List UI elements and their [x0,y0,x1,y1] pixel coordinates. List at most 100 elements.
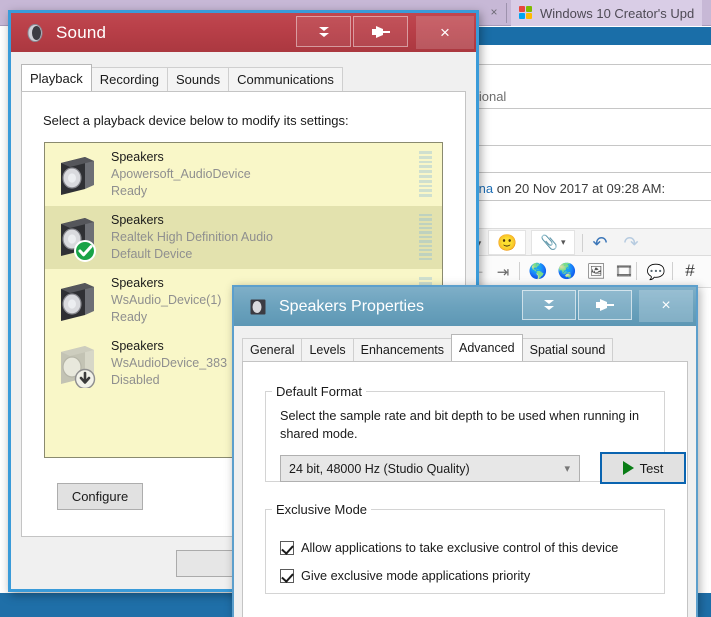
emoji-icon[interactable]: 🙂 [488,230,526,255]
indent-icon[interactable]: ⇥ [491,260,515,284]
device-driver: Apowersoft_AudioDevice [111,167,251,182]
speaker-icon [248,297,268,317]
insert-image-icon[interactable]: 🖼 [584,259,608,283]
device-name: Speakers [111,213,164,228]
test-button-label: Test [639,460,664,476]
play-icon [622,461,634,475]
exclusive-mode-legend: Exclusive Mode [276,502,368,517]
device-status: Disabled [111,372,160,387]
tab-communications[interactable]: Communications [228,67,343,91]
configure-button[interactable]: Configure [57,483,143,510]
browser-tab-windows10[interactable]: Windows 10 Creator's Upd [511,0,703,26]
toolbar-separator [519,262,520,280]
tab-close-icon[interactable]: × [487,5,501,19]
content-rule [464,172,711,173]
tab-general[interactable]: General [242,338,303,361]
properties-tabstrip: General Levels Enhancements Advanced Spa… [242,334,614,361]
checkbox-icon[interactable] [280,541,294,555]
quote-icon[interactable]: 💬 [644,260,668,284]
pin-icon[interactable] [353,16,408,47]
exclusive-mode-group: Exclusive Mode Allow applications to tak… [265,502,665,594]
insert-link-icon[interactable]: 🌎 [526,259,550,283]
sound-titlebar[interactable]: Sound × [11,13,476,52]
browser-tab-title: Windows 10 Creator's Upd [540,5,695,21]
attachment-icon[interactable]: 📎 ▾ [531,230,575,255]
rollup-icon[interactable] [522,290,576,320]
device-info: Speakers Apowersoft_AudioDevice Ready [111,149,251,200]
tab-spatial-sound[interactable]: Spatial sound [521,338,614,361]
speaker-icon [53,214,101,262]
test-button[interactable]: Test [600,452,686,484]
checkbox-label: Give exclusive mode applications priorit… [301,569,531,583]
insert-video-icon[interactable]: 🎞 [612,259,636,283]
tab-separator [506,3,507,23]
checkbox-exclusive-priority[interactable]: Give exclusive mode applications priorit… [280,569,530,583]
rollup-icon[interactable] [296,16,351,47]
content-rule [464,145,711,146]
list-item[interactable]: Speakers Apowersoft_AudioDevice Ready [45,143,442,206]
device-info: Speakers Realtek High Definition Audio D… [111,212,273,263]
properties-titlebar-buttons [522,290,634,320]
device-name: Speakers [111,339,164,354]
device-info: Speakers WsAudioDevice_383 Disabled [111,338,227,389]
properties-title: Speakers Properties [279,297,424,315]
checkbox-allow-exclusive-control[interactable]: Allow applications to take exclusive con… [280,541,618,555]
checkbox-icon[interactable] [280,569,294,583]
post-date-text: on 20 Nov 2017 at 09:28 AM: [493,181,666,196]
content-sheet [464,45,711,225]
properties-titlebar[interactable]: Speakers Properties × [234,287,696,326]
remove-link-icon[interactable]: 🌏 [555,259,579,283]
tab-advanced[interactable]: Advanced [451,334,523,361]
device-driver: Realtek High Definition Audio [111,230,273,245]
content-post-meta: china on 20 Nov 2017 at 09:28 AM: [462,181,665,196]
device-driver: WsAudio_Device(1) [111,293,222,308]
editor-toolbar-lower: ⇤ ⇥ 🌎 🌏 🖼 🎞 💬 # [464,256,711,288]
speaker-icon [53,151,101,199]
default-format-group: Default Format Select the sample rate an… [265,384,686,484]
content-rule [464,108,711,109]
advanced-panel: Default Format Select the sample rate an… [242,361,688,617]
toolbar-separator [672,262,673,280]
dialog-footer-button[interactable] [176,550,238,577]
hashtag-icon[interactable]: # [678,259,702,283]
tab-recording[interactable]: Recording [90,67,169,91]
device-info: Speakers WsAudio_Device(1) Ready [111,275,221,326]
speaker-icon [53,277,101,325]
volume-meter [419,151,432,197]
windows-logo-icon [519,5,534,21]
speaker-icon [25,23,45,43]
screenshot-root: × Windows 10 Creator's Upd ptional china… [0,0,711,617]
pin-icon[interactable] [578,290,632,320]
sound-titlebar-buttons [296,16,410,47]
default-format-legend: Default Format [276,384,362,399]
checkbox-label: Allow applications to take exclusive con… [301,541,619,555]
sample-rate-dropdown[interactable]: 24 bit, 48000 Hz (Studio Quality) ▾ [280,455,580,482]
tab-sounds[interactable]: Sounds [167,67,230,91]
tab-enhancements[interactable]: Enhancements [352,338,453,361]
default-format-description: Select the sample rate and bit depth to … [280,409,640,442]
device-driver: WsAudioDevice_383 [111,356,228,371]
chevron-down-icon: ▾ [564,463,570,475]
toolbar-separator [636,262,637,280]
content-rule [464,64,711,65]
device-status: Ready [111,309,148,324]
device-status: Default Device [111,246,193,261]
list-item[interactable]: Speakers Realtek High Definition Audio D… [45,206,442,269]
properties-body: General Levels Enhancements Advanced Spa… [234,326,696,617]
content-header-band [464,27,711,45]
tab-levels[interactable]: Levels [301,338,354,361]
content-rule [464,200,711,201]
device-name: Speakers [111,276,164,291]
undo-icon[interactable]: ↶ [588,231,612,255]
close-button[interactable]: × [416,16,474,49]
tab-playback[interactable]: Playback [21,64,92,91]
redo-icon[interactable]: ↷ [619,231,643,255]
speaker-icon-disabled [53,340,101,389]
editor-toolbar-upper: ▾ 🙂 📎 ▾ ↶ ↷ [464,228,711,256]
sample-rate-value: 24 bit, 48000 Hz (Studio Quality) [289,461,470,476]
sound-tabstrip: Playback Recording Sounds Communications [21,64,343,91]
toolbar-separator [582,234,583,252]
close-button[interactable]: × [639,290,693,322]
device-name: Speakers [111,150,164,165]
device-status: Ready [111,183,148,198]
